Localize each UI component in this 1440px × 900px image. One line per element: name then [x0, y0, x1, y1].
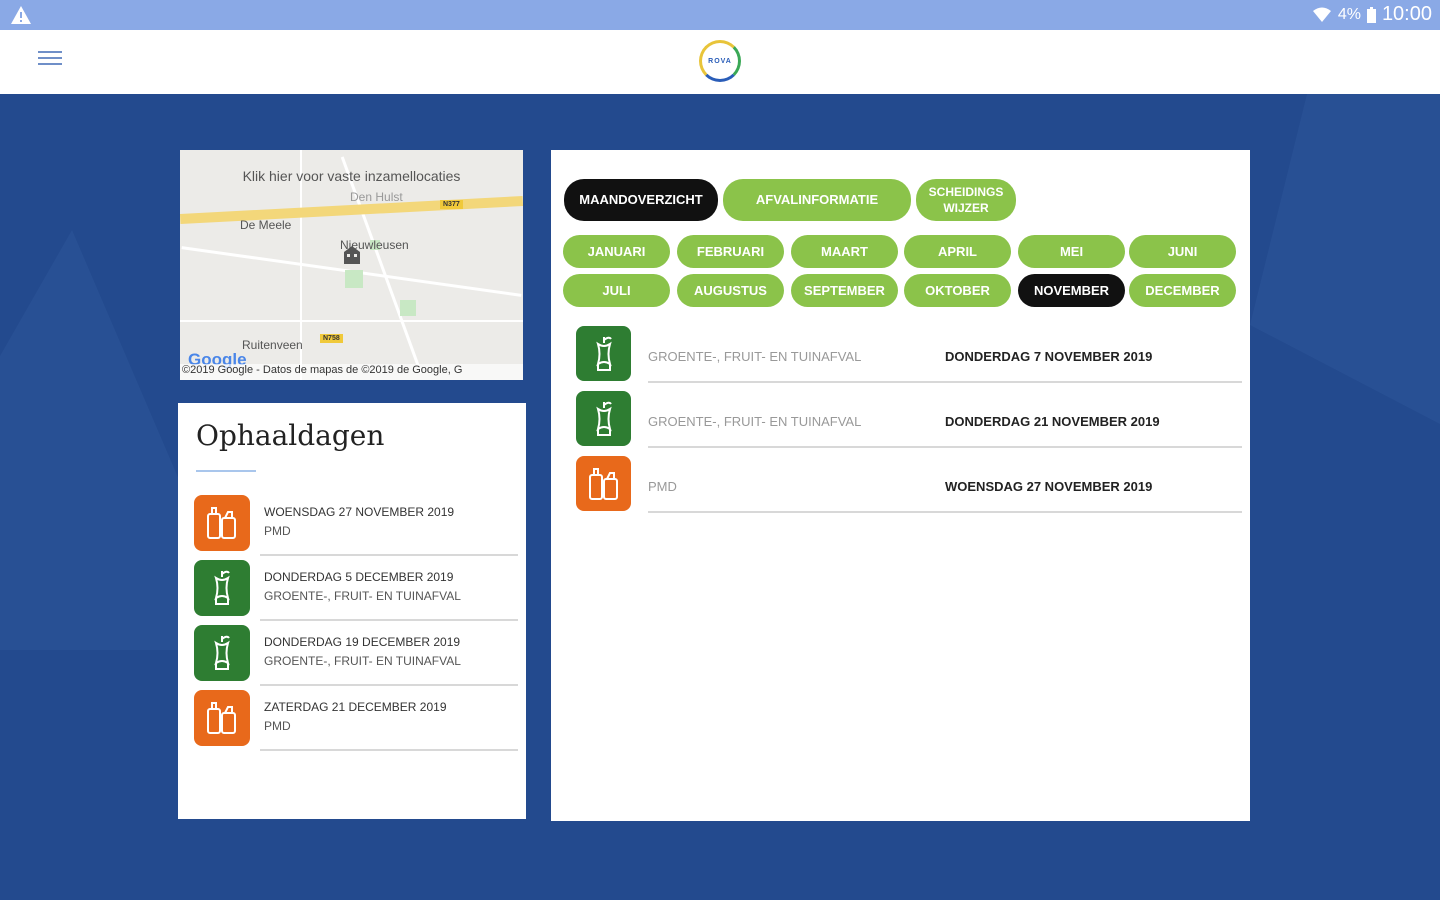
map-hint: Klik hier voor vaste inzamellocaties [242, 168, 461, 184]
wifi-icon [1312, 7, 1331, 22]
month-maart[interactable]: MAART [791, 235, 898, 268]
app-logo: ROVA [699, 40, 741, 82]
map-attribution: ©2019 Google - Datos de mapas de ©2019 d… [180, 364, 523, 380]
tab-afvalinformatie[interactable]: AFVALINFORMATIE [723, 179, 911, 221]
gft-icon [576, 326, 631, 381]
background-shape [0, 230, 180, 650]
list-item[interactable]: WOENSDAG 27 NOVEMBER 2019 PMD [194, 493, 518, 558]
background-shape [1250, 94, 1440, 424]
divider [260, 619, 518, 621]
pickup-date: ZATERDAG 21 DECEMBER 2019 [264, 700, 447, 714]
pickup-type: GROENTE-, FRUIT- EN TUINAFVAL [264, 654, 461, 668]
clock: 10:00 [1381, 3, 1432, 25]
divider [260, 684, 518, 686]
month-september[interactable]: SEPTEMBER [791, 274, 898, 307]
pickup-title: Ophaaldagen [196, 419, 385, 452]
status-bar: 4% 10:00 [0, 0, 1440, 30]
app-bar: ROVA [0, 30, 1440, 94]
place-label: De Meele [240, 218, 292, 232]
logo-text: ROVA [708, 57, 732, 65]
entry-date: DONDERDAG 7 NOVEMBER 2019 [945, 349, 1153, 364]
battery-percent: 4% [1337, 5, 1361, 23]
month-mei[interactable]: MEI [1018, 235, 1125, 268]
pickup-type: GROENTE-, FRUIT- EN TUINAFVAL [264, 589, 461, 603]
place-label: Ruitenveen [242, 338, 303, 352]
warning-icon [11, 6, 31, 24]
tab-scheidingswijzer[interactable]: SCHEIDINGS WIJZER [916, 179, 1016, 221]
road-shield: N377 [440, 200, 463, 209]
month-juni[interactable]: JUNI [1129, 235, 1236, 268]
entry-type: GROENTE-, FRUIT- EN TUINAFVAL [648, 414, 862, 429]
entry-type: PMD [648, 479, 677, 494]
list-item[interactable]: ZATERDAG 21 DECEMBER 2019 PMD [194, 688, 518, 753]
place-label: Den Hulst [350, 190, 403, 204]
pmd-icon [576, 456, 631, 511]
pickup-date: DONDERDAG 5 DECEMBER 2019 [264, 570, 454, 584]
collection-entry[interactable]: PMD WOENSDAG 27 NOVEMBER 2019 [576, 456, 1242, 521]
divider [648, 381, 1242, 383]
divider [648, 446, 1242, 448]
pickup-days-card: Ophaaldagen WOENSDAG 27 NOVEMBER 2019 PM… [178, 403, 526, 819]
location-pin-icon [344, 246, 360, 264]
month-juli[interactable]: JULI [563, 274, 670, 307]
list-item[interactable]: DONDERDAG 5 DECEMBER 2019 GROENTE-, FRUI… [194, 558, 518, 623]
pickup-type: PMD [264, 719, 291, 733]
pmd-icon [194, 690, 250, 746]
entry-type: GROENTE-, FRUIT- EN TUINAFVAL [648, 349, 862, 364]
road-shield: N758 [320, 334, 343, 343]
month-augustus[interactable]: AUGUSTUS [677, 274, 784, 307]
pmd-icon [194, 495, 250, 551]
collection-entry[interactable]: GROENTE-, FRUIT- EN TUINAFVAL DONDERDAG … [576, 326, 1242, 391]
pickup-type: PMD [264, 524, 291, 538]
divider [648, 511, 1242, 513]
tab-maandoverzicht[interactable]: MAANDOVERZICHT [564, 179, 718, 221]
hamburger-menu-icon[interactable] [38, 51, 62, 71]
entry-date: WOENSDAG 27 NOVEMBER 2019 [945, 479, 1153, 494]
month-november[interactable]: NOVEMBER [1018, 274, 1125, 307]
divider [260, 554, 518, 556]
month-april[interactable]: APRIL [904, 235, 1011, 268]
gft-icon [194, 560, 250, 616]
entry-date: DONDERDAG 21 NOVEMBER 2019 [945, 414, 1160, 429]
month-februari[interactable]: FEBRUARI [677, 235, 784, 268]
gft-icon [194, 625, 250, 681]
month-oktober[interactable]: OKTOBER [904, 274, 1011, 307]
pickup-date: DONDERDAG 19 DECEMBER 2019 [264, 635, 461, 649]
pickup-list: WOENSDAG 27 NOVEMBER 2019 PMD DONDERDAG … [194, 493, 518, 753]
month-december[interactable]: DECEMBER [1129, 274, 1236, 307]
pickup-date: WOENSDAG 27 NOVEMBER 2019 [264, 505, 455, 519]
battery-icon [1366, 6, 1376, 23]
list-item[interactable]: DONDERDAG 19 DECEMBER 2019 GROENTE-, FRU… [194, 623, 518, 688]
month-januari[interactable]: JANUARI [563, 235, 670, 268]
map-card[interactable]: Klik hier voor vaste inzamellocaties Den… [180, 150, 523, 380]
month-overview-card: MAANDOVERZICHT AFVALINFORMATIE SCHEIDING… [551, 150, 1250, 821]
divider [260, 749, 518, 751]
gft-icon [576, 391, 631, 446]
collection-entry[interactable]: GROENTE-, FRUIT- EN TUINAFVAL DONDERDAG … [576, 391, 1242, 456]
title-underline [196, 470, 256, 472]
